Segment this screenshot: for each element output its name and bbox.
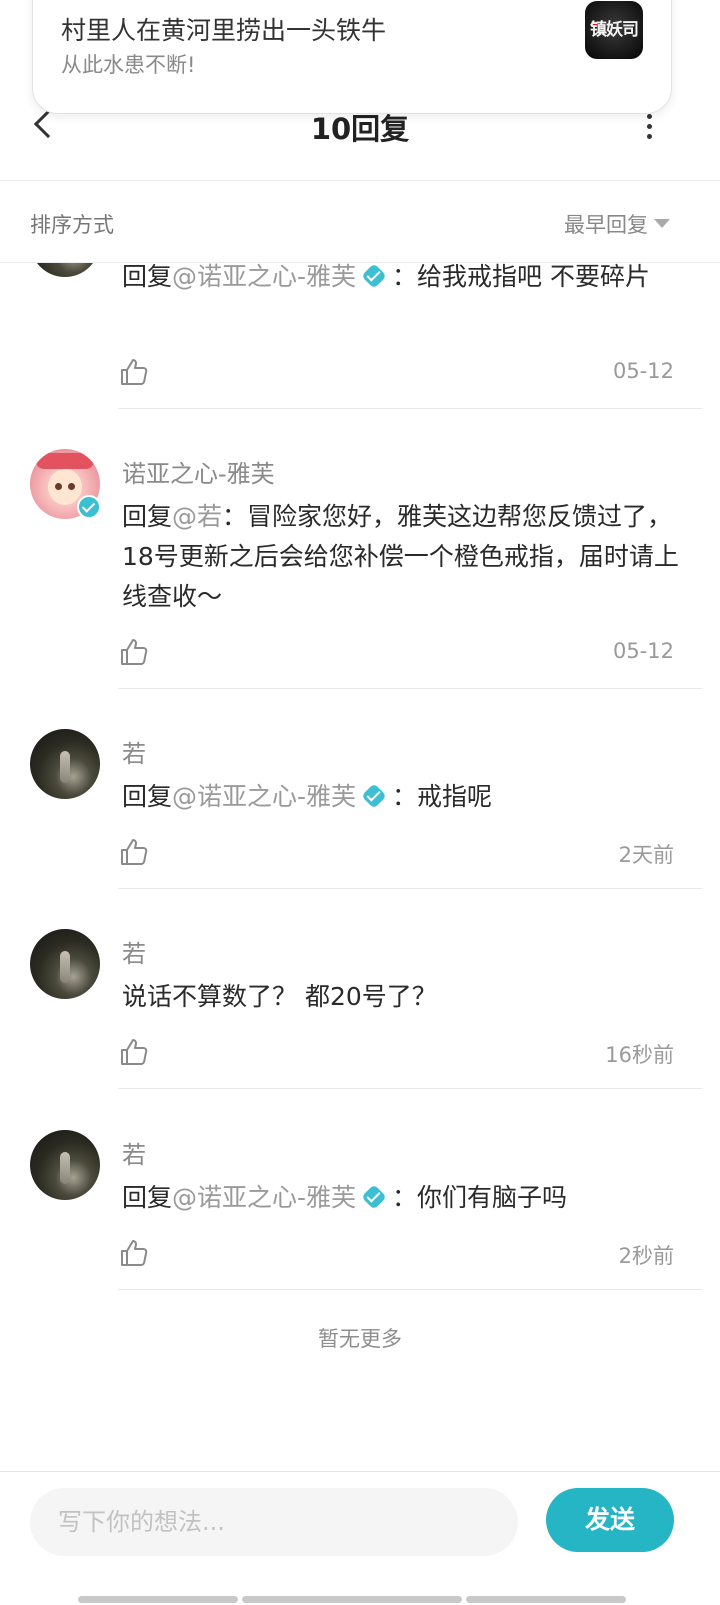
notification-banner[interactable]: 村里人在黄河里捞出一头铁牛 从此水患不断! 镇妖司 bbox=[32, 0, 672, 114]
sort-dropdown[interactable]: 最早回复 bbox=[564, 209, 648, 239]
comment-text: 回复@诺亚之心-雅芙 ：你们有脑子吗 bbox=[122, 1178, 682, 1218]
verified-icon bbox=[362, 264, 386, 288]
avatar-eye bbox=[55, 483, 62, 490]
row-divider bbox=[118, 1289, 702, 1290]
avatar[interactable] bbox=[30, 929, 100, 999]
more-dot-icon bbox=[647, 124, 652, 129]
row-divider bbox=[118, 688, 702, 689]
like-icon[interactable] bbox=[118, 636, 150, 668]
nav-indicator-right bbox=[466, 1596, 626, 1603]
user-name[interactable]: 诺亚之心-雅芙 bbox=[122, 454, 275, 489]
comment-text: 回复@诺亚之心-雅芙 ：戒指呢 bbox=[122, 777, 682, 817]
user-name[interactable]: 若 bbox=[122, 734, 146, 769]
like-icon[interactable] bbox=[118, 836, 150, 868]
sort-label: 排序方式 bbox=[30, 213, 114, 237]
no-more-text: 暂无更多 bbox=[318, 1327, 402, 1351]
comment-text: 说话不算数了？ 都20号了？ bbox=[122, 982, 437, 1011]
reply-list[interactable]: 回复@诺亚之心-雅芙 ：给我戒指吧 不要碎片 05-12 诺亚之心-雅芙 回复@若… bbox=[0, 263, 720, 1471]
comment-text: 回复@若：冒险家您好，雅芙这边帮您反馈过了，18号更新之后会给您补偿一个橙色戒指… bbox=[122, 497, 682, 617]
comment-time: 2秒前 bbox=[618, 1244, 674, 1268]
caret-down-icon[interactable] bbox=[654, 219, 670, 228]
nav-indicator-left bbox=[78, 1596, 238, 1603]
notification-title: 村里人在黄河里捞出一头铁牛 bbox=[61, 16, 387, 45]
more-dot-icon bbox=[647, 134, 652, 139]
comment-body: ：给我戒指吧 不要碎片 bbox=[392, 263, 650, 291]
comment-body: ：戒指呢 bbox=[392, 782, 493, 811]
compose-divider bbox=[0, 1471, 720, 1472]
chevron-left-icon bbox=[33, 109, 63, 139]
like-icon[interactable] bbox=[118, 1237, 150, 1269]
avatar-bow bbox=[36, 453, 94, 469]
mention-link[interactable]: @诺亚之心-雅芙 bbox=[172, 263, 356, 291]
reply-prefix: 回复 bbox=[122, 263, 173, 291]
mention-link[interactable]: @诺亚之心-雅芙 bbox=[172, 782, 356, 811]
comment-text: 回复@诺亚之心-雅芙 ：给我戒指吧 不要碎片 bbox=[122, 263, 682, 297]
mention-link[interactable]: @诺亚之心-雅芙 bbox=[172, 1183, 356, 1212]
avatar-figure bbox=[60, 751, 70, 783]
user-name[interactable]: 若 bbox=[122, 1135, 146, 1170]
comment-body: ：你们有脑子吗 bbox=[392, 1183, 568, 1212]
more-options-button[interactable] bbox=[640, 112, 660, 140]
avatar-face bbox=[48, 469, 82, 505]
row-divider bbox=[118, 1088, 702, 1089]
avatar[interactable] bbox=[30, 729, 100, 799]
comment-time: 05-12 bbox=[612, 639, 674, 663]
like-icon[interactable] bbox=[118, 1036, 150, 1068]
row-divider bbox=[118, 888, 702, 889]
row-divider bbox=[118, 408, 702, 409]
avatar[interactable] bbox=[30, 1130, 100, 1200]
like-icon[interactable] bbox=[118, 356, 150, 388]
reply-prefix: 回复 bbox=[122, 1183, 173, 1212]
verified-icon bbox=[362, 1185, 386, 1209]
avatar-eye bbox=[68, 483, 75, 490]
avatar-figure bbox=[60, 1152, 70, 1184]
comment-time: 2天前 bbox=[618, 843, 674, 867]
reply-prefix: 回复 bbox=[122, 502, 173, 531]
verified-icon bbox=[362, 784, 386, 808]
app-icon: 镇妖司 bbox=[585, 1, 643, 59]
notification-body: 从此水患不断! bbox=[61, 53, 196, 77]
avatar-figure bbox=[60, 951, 70, 983]
reply-prefix: 回复 bbox=[122, 782, 173, 811]
verified-icon bbox=[77, 495, 101, 519]
avatar[interactable] bbox=[30, 263, 100, 277]
comment-time: 05-12 bbox=[612, 359, 674, 383]
comment-time: 16秒前 bbox=[605, 1043, 674, 1067]
comment-input[interactable] bbox=[30, 1488, 518, 1556]
mention-link[interactable]: @若 bbox=[172, 502, 222, 531]
more-dot-icon bbox=[647, 114, 652, 119]
app-icon-text: 镇妖司 bbox=[590, 20, 639, 40]
user-name[interactable]: 若 bbox=[122, 934, 146, 969]
send-button[interactable]: 发送 bbox=[546, 1488, 674, 1552]
nav-indicator-center bbox=[242, 1596, 462, 1603]
sort-bar: 排序方式 最早回复 bbox=[0, 181, 720, 263]
